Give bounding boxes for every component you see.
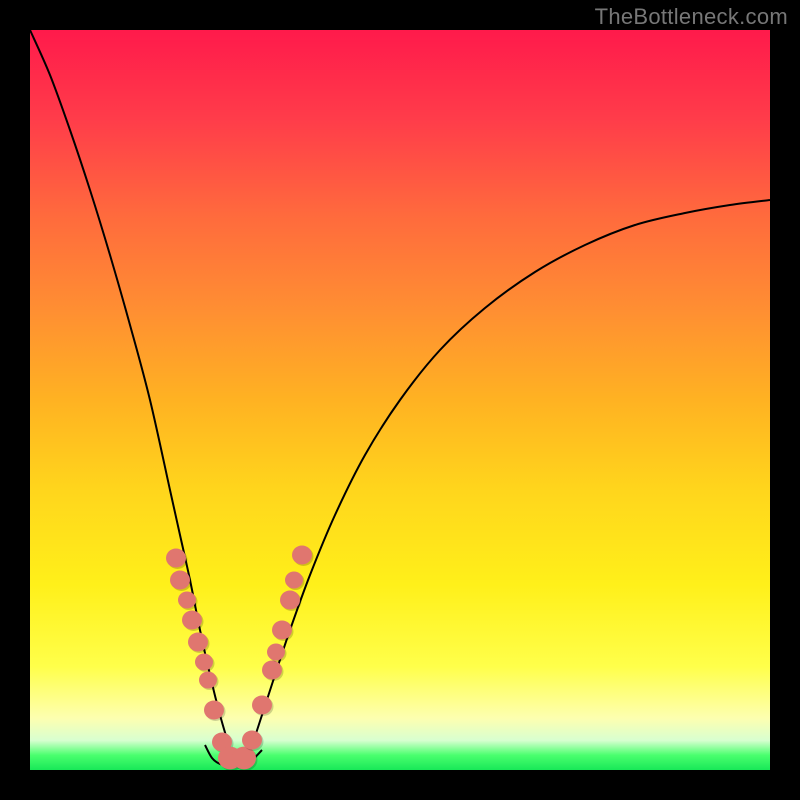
- data-point: [199, 671, 217, 688]
- data-point: [272, 621, 292, 640]
- data-point: [204, 701, 224, 720]
- data-point: [252, 696, 272, 715]
- curve-layer: [30, 30, 770, 770]
- data-point: [280, 591, 300, 610]
- data-point: [178, 591, 196, 608]
- data-point: [188, 633, 208, 652]
- data-point: [242, 731, 262, 750]
- watermark-text: TheBottleneck.com: [595, 4, 788, 30]
- right-curve: [245, 200, 770, 760]
- plot-area: [30, 30, 770, 770]
- data-point: [166, 549, 186, 568]
- data-point: [267, 643, 285, 660]
- chart-canvas: TheBottleneck.com: [0, 0, 800, 800]
- data-point: [170, 571, 190, 590]
- data-points: [166, 546, 314, 771]
- data-point: [292, 546, 312, 565]
- data-point: [285, 571, 303, 588]
- data-point: [182, 611, 202, 630]
- data-point: [262, 661, 282, 680]
- data-point: [195, 653, 213, 670]
